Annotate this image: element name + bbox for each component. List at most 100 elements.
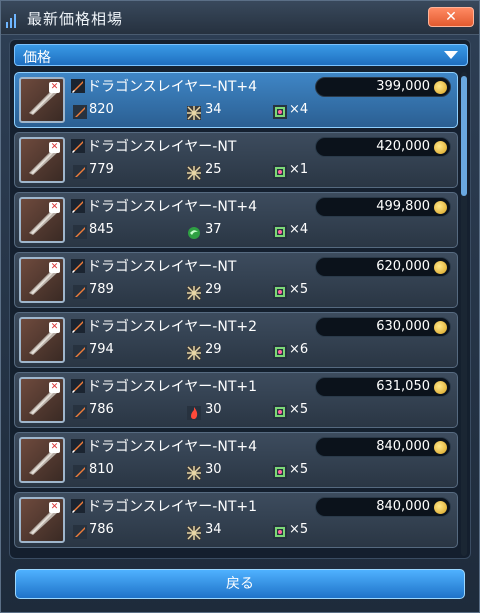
weapon-thumbnail: ✕ xyxy=(19,137,65,183)
mixed-element-icon xyxy=(187,525,201,540)
list-item[interactable]: ✕ ドラゴンスレイヤー-NT+1 840,000 786 34 ×5 xyxy=(14,492,458,548)
price-display: 630,000 xyxy=(315,317,451,337)
slot-icon xyxy=(273,165,287,179)
item-name: ドラゴンスレイヤー-NT+1 xyxy=(87,499,258,515)
price-market-window: 最新価格相場 ✕ 価格 ✕ ドラゴンスレイヤー-NT+4 399,000 820… xyxy=(0,0,480,613)
meseta-icon xyxy=(434,141,447,154)
attack-icon xyxy=(73,285,87,299)
price-display: 631,050 xyxy=(315,377,451,397)
element-value: 30 xyxy=(205,462,222,477)
element-value: 29 xyxy=(205,342,222,357)
element-value: 29 xyxy=(205,282,222,297)
item-price: 499,800 xyxy=(376,199,430,214)
element-value: 30 xyxy=(205,402,222,417)
restriction-mark-icon: ✕ xyxy=(49,322,60,333)
attack-value: 786 xyxy=(89,402,114,417)
slot-count: ×6 xyxy=(289,342,309,357)
attack-value: 786 xyxy=(89,522,114,537)
item-name: ドラゴンスレイヤー-NT+4 xyxy=(87,199,258,215)
weapon-type-icon xyxy=(71,319,85,333)
meseta-icon xyxy=(434,81,447,94)
weapon-thumbnail: ✕ xyxy=(19,437,65,483)
meseta-icon xyxy=(434,441,447,454)
list-item[interactable]: ✕ ドラゴンスレイヤー-NT 620,000 789 29 ×5 xyxy=(14,252,458,308)
item-name: ドラゴンスレイヤー-NT+2 xyxy=(87,319,258,335)
chevron-down-icon xyxy=(444,51,458,59)
weapon-thumbnail: ✕ xyxy=(19,197,65,243)
item-name: ドラゴンスレイヤー-NT+4 xyxy=(87,439,258,455)
item-price: 620,000 xyxy=(376,259,430,274)
restriction-mark-icon: ✕ xyxy=(49,442,60,453)
element-value: 37 xyxy=(205,222,222,237)
slot-count: ×5 xyxy=(289,282,309,297)
scrollbar-thumb[interactable] xyxy=(461,76,467,196)
price-display: 620,000 xyxy=(315,257,451,277)
slot-count: ×5 xyxy=(289,522,309,537)
weapon-type-icon xyxy=(71,259,85,273)
list-item[interactable]: ✕ ドラゴンスレイヤー-NT+2 630,000 794 29 ×6 xyxy=(14,312,458,368)
restriction-mark-icon: ✕ xyxy=(49,262,60,273)
attack-value: 810 xyxy=(89,462,114,477)
attack-value: 845 xyxy=(89,222,114,237)
meseta-icon xyxy=(434,501,447,514)
restriction-mark-icon: ✕ xyxy=(49,382,60,393)
slot-icon xyxy=(273,345,287,359)
weapon-type-icon xyxy=(71,199,85,213)
attack-value: 820 xyxy=(89,102,114,117)
attack-icon xyxy=(73,225,87,239)
back-button[interactable]: 戻る xyxy=(15,569,465,599)
mixed-element-icon xyxy=(187,345,201,360)
list-item[interactable]: ✕ ドラゴンスレイヤー-NT 420,000 779 25 ×1 xyxy=(14,132,458,188)
item-name: ドラゴンスレイヤー-NT xyxy=(87,139,237,155)
slot-count: ×1 xyxy=(289,162,309,177)
attack-value: 794 xyxy=(89,342,114,357)
list-item[interactable]: ✕ ドラゴンスレイヤー-NT+4 399,000 820 34 ×4 xyxy=(14,72,458,128)
restriction-mark-icon: ✕ xyxy=(49,142,60,153)
window-title: 最新価格相場 xyxy=(27,10,124,28)
meseta-icon xyxy=(434,261,447,274)
attack-icon xyxy=(73,345,87,359)
attack-icon xyxy=(73,165,87,179)
slot-count: ×4 xyxy=(289,102,309,117)
weapon-thumbnail: ✕ xyxy=(19,257,65,303)
element-value: 25 xyxy=(205,162,222,177)
sort-dropdown[interactable]: 価格 xyxy=(14,44,468,66)
restriction-mark-icon: ✕ xyxy=(49,202,60,213)
weapon-type-icon xyxy=(71,439,85,453)
weapon-thumbnail: ✕ xyxy=(19,497,65,543)
item-price: 399,000 xyxy=(376,79,430,94)
element-value: 34 xyxy=(205,102,222,117)
attack-value: 779 xyxy=(89,162,114,177)
weapon-type-icon xyxy=(71,499,85,513)
list-item[interactable]: ✕ ドラゴンスレイヤー-NT+4 840,000 810 30 ×5 xyxy=(14,432,458,488)
list-item[interactable]: ✕ ドラゴンスレイヤー-NT+4 499,800 845 37 ×4 xyxy=(14,192,458,248)
meseta-icon xyxy=(434,321,447,334)
mixed-element-icon xyxy=(187,465,201,480)
close-button[interactable]: ✕ xyxy=(428,7,474,27)
list-panel: 価格 ✕ ドラゴンスレイヤー-NT+4 399,000 820 34 ×4 ✕ … xyxy=(9,39,471,559)
restriction-mark-icon: ✕ xyxy=(49,82,60,93)
list-item[interactable]: ✕ ドラゴンスレイヤー-NT+1 631,050 786 30 ×5 xyxy=(14,372,458,428)
price-display: 840,000 xyxy=(315,497,451,517)
item-name: ドラゴンスレイヤー-NT+1 xyxy=(87,379,258,395)
slot-count: ×5 xyxy=(289,462,309,477)
slot-icon xyxy=(273,465,287,479)
item-price: 631,050 xyxy=(376,379,430,394)
mixed-element-icon xyxy=(187,165,201,180)
slot-count: ×4 xyxy=(289,222,309,237)
item-name: ドラゴンスレイヤー-NT xyxy=(87,259,237,275)
price-list: ✕ ドラゴンスレイヤー-NT+4 399,000 820 34 ×4 ✕ ドラゴ… xyxy=(14,72,458,558)
slot-count: ×5 xyxy=(289,402,309,417)
weapon-thumbnail: ✕ xyxy=(19,77,65,123)
restriction-mark-icon: ✕ xyxy=(49,502,60,513)
weapon-type-icon xyxy=(71,139,85,153)
slot-icon xyxy=(273,225,287,239)
mixed-element-icon xyxy=(187,105,201,120)
attack-icon xyxy=(73,105,87,119)
item-price: 840,000 xyxy=(376,499,430,514)
wind-element-icon xyxy=(187,225,201,239)
weapon-type-icon xyxy=(71,379,85,393)
slot-icon xyxy=(273,525,287,539)
item-name: ドラゴンスレイヤー-NT+4 xyxy=(87,79,258,95)
scrollbar[interactable] xyxy=(461,72,467,556)
